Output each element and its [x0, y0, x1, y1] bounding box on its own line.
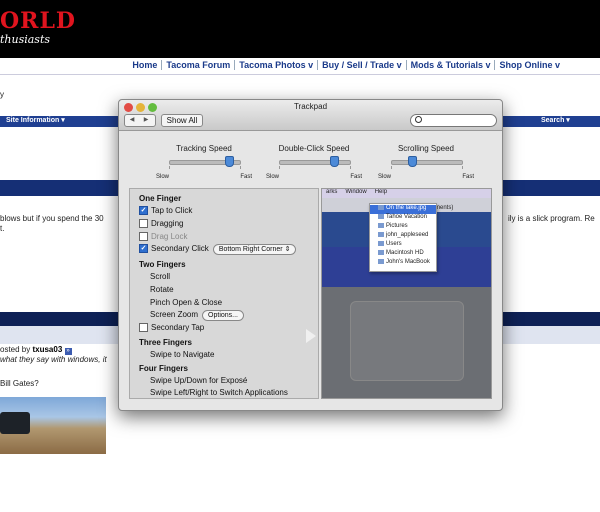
- menu-item-john-appleseed: john_appleseed: [370, 232, 436, 241]
- folder-icon: [378, 223, 384, 228]
- tracking-slow-label: Slow: [156, 174, 170, 180]
- tracking-fast-label: Fast: [240, 174, 252, 180]
- menu-item-macintosh-hd: Macintosh HD: [370, 250, 436, 259]
- nav-shop-online[interactable]: Shop Online v: [494, 60, 564, 70]
- scrolling-speed-ticks: [391, 166, 463, 169]
- menu-item-johns-macbook: John's MacBook: [370, 259, 436, 268]
- site-logo[interactable]: ORLD: [0, 8, 76, 34]
- secondary-click-popup[interactable]: Bottom Right Corner ⇕: [212, 244, 297, 255]
- scrolling-speed-label: Scrolling Speed: [397, 144, 455, 153]
- scrolling-speed-control: Scrolling Speed Slow Fast: [376, 144, 476, 180]
- site-logo-subtitle: thusiasts: [0, 33, 51, 46]
- folder-icon: [378, 241, 384, 246]
- breadcrumb[interactable]: y: [0, 90, 4, 99]
- post-question: Bill Gates?: [0, 379, 39, 388]
- preview-menu-window: Window: [345, 189, 367, 195]
- nav-home[interactable]: Home: [128, 60, 161, 70]
- selection-arrow-icon: [306, 329, 316, 343]
- trackpad-window: Trackpad ◀ ▶ Show All Tracking Speed Slow…: [118, 99, 503, 411]
- four-fingers-heading: Four Fingers: [139, 364, 188, 373]
- truck-image: [0, 412, 30, 434]
- post-author[interactable]: txusa03: [32, 345, 62, 354]
- gesture-options-panel: One Finger ✓ Tap to Click Dragging Drag L…: [129, 188, 319, 399]
- tracking-speed-ticks: [169, 166, 241, 169]
- tracking-speed-control: Tracking Speed Slow Fast: [154, 144, 254, 180]
- menu-item-users: Users: [370, 241, 436, 250]
- double-click-speed-control: Double-Click Speed Slow Fast: [264, 144, 364, 180]
- disk-icon: [378, 250, 384, 255]
- preview-path-menu: On the lake.jpg Tahoe Vacation Pictures …: [369, 203, 437, 272]
- scrolling-speed-track[interactable]: [391, 160, 463, 165]
- computer-icon: [378, 259, 384, 264]
- drag-lock-checkbox: [139, 232, 148, 242]
- nav-tacoma-photos[interactable]: Tacoma Photos v: [234, 60, 318, 70]
- tap-to-click-option[interactable]: ✓ Tap to Click: [139, 206, 192, 216]
- secondary-click-option[interactable]: ✓ Secondary Click Bottom Right Corner ⇕: [139, 244, 297, 255]
- dragging-checkbox[interactable]: [139, 219, 148, 229]
- options-button[interactable]: Options...: [202, 310, 244, 321]
- preview-menu-help: Help: [374, 189, 388, 195]
- home-folder-icon: [378, 232, 384, 237]
- post-quote: what they say with windows, it: [0, 355, 107, 364]
- double-click-speed-track[interactable]: [279, 160, 351, 165]
- site-nav: Home Tacoma Forum Tacoma Photos v Buy / Sel…: [0, 58, 600, 75]
- double-click-slow-label: Slow: [266, 174, 280, 180]
- site-header: ORLD thusiasts: [0, 0, 600, 58]
- switch-apps-option[interactable]: Swipe Left/Right to Switch Applications: [150, 388, 288, 397]
- back-button[interactable]: ◀: [125, 115, 139, 126]
- preview-trackpad-image: [350, 301, 464, 381]
- double-click-speed-ticks: [279, 166, 351, 169]
- screen-zoom-option[interactable]: Screen Zoom Options...: [150, 310, 244, 321]
- double-click-speed-label: Double-Click Speed: [278, 144, 350, 153]
- three-fingers-heading: Three Fingers: [139, 338, 192, 347]
- nav-mods-tutorials[interactable]: Mods & Tutorials v: [405, 60, 495, 70]
- post-text-right: ily is a slick program. Re: [508, 214, 595, 223]
- scrolling-fast-label: Fast: [462, 174, 474, 180]
- tap-to-click-checkbox[interactable]: ✓: [139, 206, 148, 216]
- secondary-click-checkbox[interactable]: ✓: [139, 244, 148, 254]
- dragging-option[interactable]: Dragging: [139, 219, 183, 229]
- menu-item-pictures: Pictures: [370, 223, 436, 232]
- menu-item-tahoe-vacation: Tahoe Vacation: [370, 214, 436, 223]
- one-finger-heading: One Finger: [139, 194, 182, 203]
- pinch-option[interactable]: Pinch Open & Close: [150, 298, 222, 307]
- image-file-icon: [378, 205, 384, 210]
- tracking-speed-label: Tracking Speed: [176, 144, 232, 153]
- expose-option[interactable]: Swipe Up/Down for Exposé: [150, 376, 247, 385]
- post-text-line2: t.: [0, 224, 5, 233]
- preview-menubar: arks Window Help: [322, 189, 491, 198]
- scrolling-slow-label: Slow: [378, 174, 392, 180]
- title-bar[interactable]: Trackpad ◀ ▶ Show All: [119, 100, 502, 131]
- double-click-fast-label: Fast: [350, 174, 362, 180]
- scroll-option[interactable]: Scroll: [150, 272, 170, 281]
- forward-button[interactable]: ▶: [139, 115, 153, 126]
- two-fingers-heading: Two Fingers: [139, 260, 186, 269]
- search-icon: [415, 116, 422, 123]
- drag-lock-option: Drag Lock: [139, 232, 187, 242]
- nav-buy-sell-trade[interactable]: Buy / Sell / Trade v: [317, 60, 406, 70]
- rotate-option[interactable]: Rotate: [150, 285, 174, 294]
- posted-by: osted by txusa03 »: [0, 345, 72, 355]
- preview-menu-bookmarks: arks: [326, 189, 338, 195]
- site-information-menu[interactable]: Site Information ▾: [6, 116, 65, 124]
- search-field[interactable]: [410, 114, 497, 127]
- nav-buttons: ◀ ▶: [124, 114, 156, 127]
- menu-item-on-the-lake: On the lake.jpg: [370, 205, 436, 214]
- nav-tacoma-forum[interactable]: Tacoma Forum: [161, 60, 235, 70]
- post-text-left: blows but if you spend the 30: [0, 214, 104, 223]
- window-title: Trackpad: [293, 102, 328, 111]
- secondary-tap-checkbox[interactable]: [139, 323, 148, 333]
- secondary-tap-option[interactable]: Secondary Tap: [139, 323, 204, 333]
- show-all-button[interactable]: Show All: [161, 114, 203, 127]
- search-menu[interactable]: Search ▾: [541, 116, 570, 124]
- swipe-to-navigate-option[interactable]: Swipe to Navigate: [150, 350, 214, 359]
- profile-arrow-icon[interactable]: »: [64, 348, 72, 355]
- folder-icon: [378, 214, 384, 219]
